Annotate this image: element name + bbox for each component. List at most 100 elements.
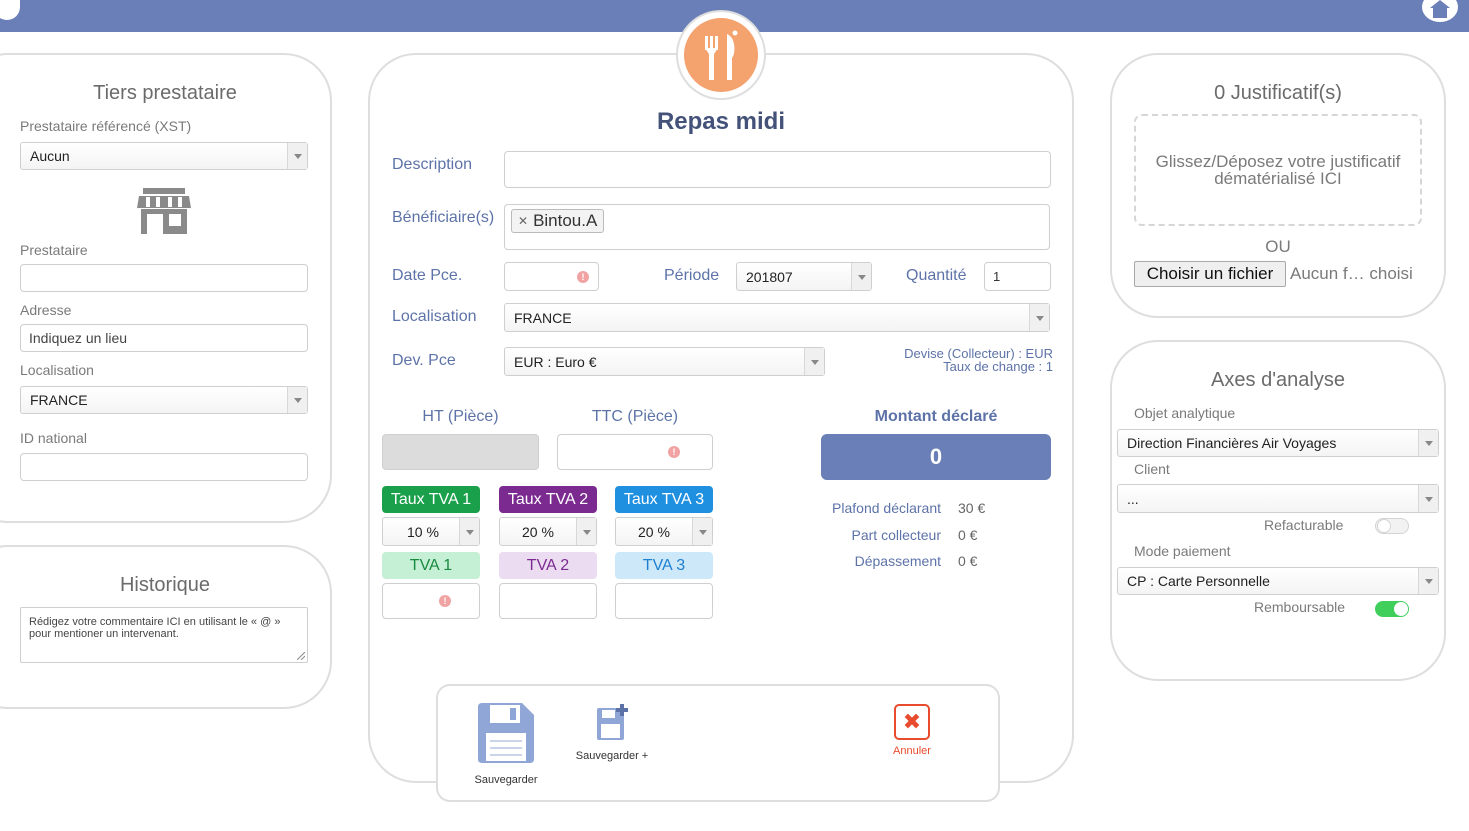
montant-label: Montant déclaré	[874, 408, 998, 425]
id-national-input[interactable]	[20, 453, 308, 481]
tva-3-input[interactable]	[615, 583, 713, 619]
save-label: Sauvegarder	[474, 774, 538, 786]
prestataire-ref-select[interactable]: Aucun	[20, 142, 308, 170]
id-national-label: ID national	[20, 430, 87, 446]
depassement-value: 0 €	[958, 553, 978, 569]
refacturable-toggle[interactable]	[1375, 518, 1409, 534]
devise-value: EUR : Euro €	[514, 353, 597, 370]
plafond-value: 30 €	[958, 500, 986, 516]
periode-select[interactable]: 201807	[736, 262, 872, 291]
form-title: Repas midi	[656, 108, 786, 135]
menu-icon[interactable]	[0, 0, 20, 20]
tva-1-error-icon: !	[439, 595, 451, 607]
form-localisation-value: FRANCE	[514, 309, 572, 326]
prestataire-label: Prestataire	[20, 242, 88, 258]
ttc-error-icon: !	[668, 446, 680, 458]
form-localisation-label: Localisation	[392, 308, 477, 325]
taux-tva-3-select[interactable]: 20 %	[615, 517, 713, 546]
date-error-icon: !	[577, 271, 589, 283]
chevron-down-icon	[576, 518, 596, 545]
devise-select[interactable]: EUR : Euro €	[504, 347, 825, 376]
periode-value: 201807	[746, 268, 793, 285]
taux-tva-1-select[interactable]: 10 %	[382, 517, 480, 546]
taux-tva-2-tag: Taux TVA 2	[499, 486, 597, 513]
choose-file-button[interactable]: Choisir un fichier	[1134, 261, 1286, 287]
tiers-localisation-value: FRANCE	[30, 392, 88, 408]
refacturable-label: Refacturable	[1264, 517, 1344, 533]
ttc-input[interactable]	[557, 434, 713, 470]
prestataire-input[interactable]	[20, 264, 308, 292]
tva-1-input[interactable]	[382, 583, 480, 619]
form-localisation-select[interactable]: FRANCE	[504, 303, 1050, 332]
remove-tag-icon[interactable]: ✕	[518, 214, 528, 228]
prestataire-ref-label: Prestataire référencé (XST)	[20, 118, 192, 134]
adresse-label: Adresse	[20, 302, 72, 318]
justificatif-title: 0 Justificatif(s)	[1214, 82, 1342, 104]
taux-tva-1-value: 10 %	[407, 523, 439, 540]
cutlery-icon	[705, 30, 738, 80]
tiers-localisation-label: Localisation	[20, 362, 94, 378]
taux-tva-2-select[interactable]: 20 %	[499, 517, 597, 546]
tva-3-label: TVA 3	[615, 552, 713, 579]
tva-2-input[interactable]	[499, 583, 597, 619]
taux-tva-3-tag: Taux TVA 3	[615, 486, 713, 513]
chevron-down-icon	[459, 518, 479, 545]
prestataire-ref-value: Aucun	[30, 148, 70, 164]
ttc-label: TTC (Pièce)	[591, 408, 679, 425]
chevron-down-icon	[1418, 568, 1438, 594]
chevron-down-icon	[287, 143, 307, 169]
ht-input	[382, 434, 539, 470]
category-badge	[676, 10, 766, 100]
cancel-button[interactable]: ✖ Annuler	[882, 704, 942, 764]
client-select[interactable]: ...	[1117, 484, 1439, 513]
quantite-label: Quantité	[906, 267, 967, 284]
montant-value: 0	[821, 434, 1051, 480]
dropzone[interactable]: Glissez/Déposez votre justificatif démat…	[1134, 114, 1422, 226]
part-collecteur-label: Part collecteur	[851, 527, 941, 543]
beneficiaires-input[interactable]: ✕ Bintou.A	[504, 204, 1050, 250]
chevron-down-icon	[1418, 430, 1438, 456]
client-value: ...	[1127, 490, 1139, 507]
description-label: Description	[392, 156, 473, 173]
client-label: Client	[1134, 461, 1170, 477]
chevron-down-icon	[1029, 304, 1049, 331]
tva-1-label: TVA 1	[382, 552, 480, 579]
close-icon: ✖	[894, 704, 930, 740]
store-icon	[137, 188, 191, 234]
save-plus-button[interactable]: Sauvegarder +	[566, 704, 658, 764]
ou-label: OU	[1265, 237, 1291, 256]
quantite-input[interactable]: 1	[984, 262, 1051, 291]
comment-placeholder: Rédigez votre commentaire ICI en utilisa…	[29, 616, 281, 640]
save-plus-label: Sauvegarder +	[575, 750, 649, 762]
objet-analytique-select[interactable]: Direction Financières Air Voyages	[1117, 429, 1439, 457]
chevron-down-icon	[804, 348, 824, 375]
remboursable-label: Remboursable	[1254, 599, 1346, 615]
save-button[interactable]: Sauvegarder	[466, 703, 546, 787]
mode-paiement-label: Mode paiement	[1134, 543, 1231, 559]
category-circle	[684, 18, 758, 92]
objet-analytique-label: Objet analytique	[1134, 405, 1236, 421]
date-label: Date Pce.	[392, 267, 463, 284]
chevron-down-icon	[287, 387, 307, 413]
devise-label: Dev. Pce	[392, 352, 456, 369]
remboursable-toggle[interactable]	[1375, 601, 1409, 617]
comment-textarea[interactable]: Rédigez votre commentaire ICI en utilisa…	[20, 607, 308, 663]
taux-tva-2-value: 20 %	[522, 523, 554, 540]
tiers-title: Tiers prestataire	[93, 82, 237, 104]
cancel-label: Annuler	[893, 745, 931, 757]
toggle-knob	[1377, 519, 1391, 533]
mode-paiement-value: CP : Carte Personnelle	[1127, 573, 1270, 589]
resize-handle-icon[interactable]	[297, 652, 305, 660]
mode-paiement-select[interactable]: CP : Carte Personnelle	[1117, 567, 1439, 595]
dropzone-text: Glissez/Déposez votre justificatif démat…	[1155, 152, 1401, 188]
tva-2-label: TVA 2	[499, 552, 597, 579]
file-status: Aucun f… choisi	[1290, 264, 1413, 283]
taux-change: Taux de change : 1	[943, 359, 1053, 374]
chevron-down-icon	[1418, 485, 1438, 512]
description-input[interactable]	[504, 151, 1051, 188]
adresse-input[interactable]: Indiquez un lieu	[20, 324, 308, 352]
beneficiaires-label: Bénéficiaire(s)	[392, 209, 495, 226]
taux-tva-1-tag: Taux TVA 1	[382, 486, 480, 513]
tiers-localisation-select[interactable]: FRANCE	[20, 386, 308, 414]
home-button[interactable]	[1422, 0, 1458, 22]
